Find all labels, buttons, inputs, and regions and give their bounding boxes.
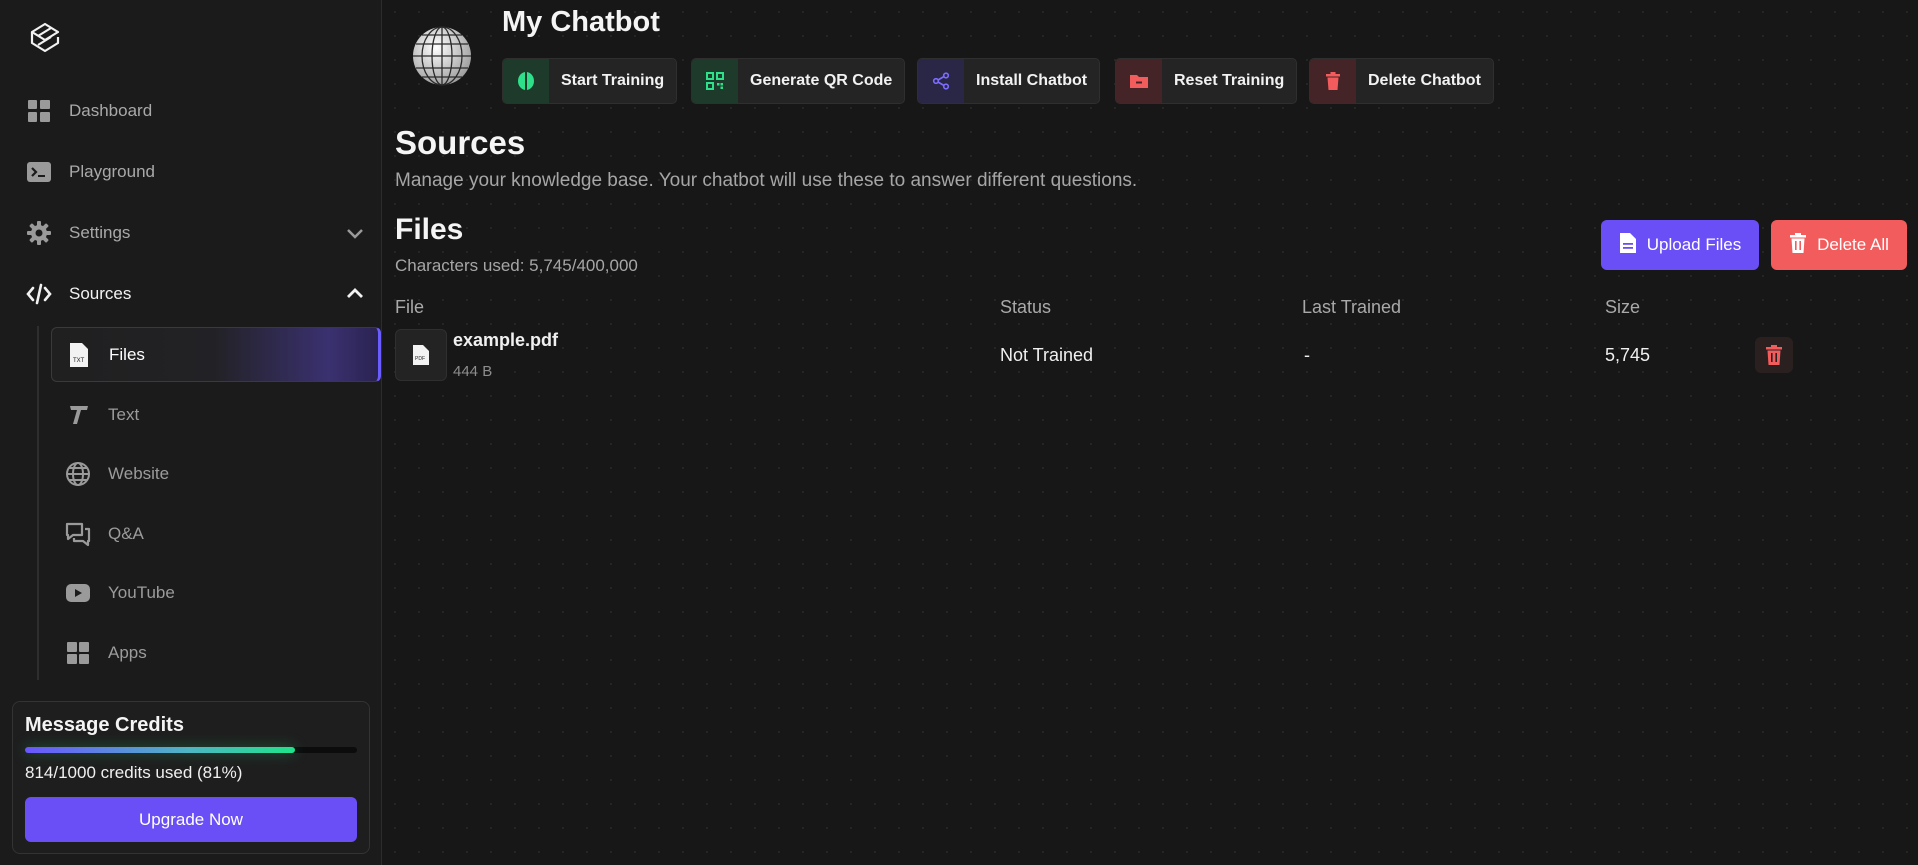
nav-sources[interactable]: Sources	[0, 269, 381, 319]
credits-progress-fill	[25, 747, 296, 753]
upgrade-now-button[interactable]: Upgrade Now	[25, 797, 357, 842]
terminal-icon	[26, 159, 52, 185]
nav-settings-label: Settings	[69, 223, 131, 242]
install-chatbot-label: Install Chatbot	[976, 72, 1088, 89]
sidebar-item-website-label: Website	[108, 463, 170, 483]
trash-icon	[1789, 232, 1807, 259]
sources-description: Manage your knowledge base. Your chatbot…	[395, 170, 1138, 191]
column-header-status: Status	[1000, 297, 1052, 317]
folder-minus-icon	[1116, 59, 1162, 103]
sidebar-item-qa-label: Q&A	[108, 523, 144, 543]
delete-all-button[interactable]: Delete All	[1771, 220, 1907, 270]
youtube-icon	[65, 580, 91, 606]
credits-progress-bar	[25, 747, 357, 753]
nav-dashboard[interactable]: Dashboard	[0, 86, 381, 136]
delete-all-label: Delete All	[1817, 235, 1889, 254]
sidebar-item-text-label: Text	[108, 404, 140, 424]
document-icon	[1619, 232, 1637, 259]
nav-playground[interactable]: Playground	[0, 147, 381, 197]
sidebar-item-files[interactable]: TXT Files	[51, 327, 381, 382]
file-name[interactable]: example.pdf	[453, 330, 558, 351]
delete-chatbot-button[interactable]: Delete Chatbot	[1309, 58, 1494, 104]
sidebar-item-apps[interactable]: Apps	[51, 625, 381, 680]
sidebar-item-youtube[interactable]: YouTube	[51, 565, 381, 620]
grid-icon	[26, 98, 52, 124]
trash-icon	[1766, 345, 1782, 365]
gear-icon	[26, 220, 52, 246]
qr-code-icon	[692, 59, 738, 103]
credits-title: Message Credits	[25, 714, 184, 736]
sidebar-item-youtube-label: YouTube	[108, 582, 175, 602]
main-content: My Chatbot Start Training Generate QR Co…	[383, 0, 1918, 865]
file-last-trained: -	[1304, 345, 1310, 365]
svg-text:PDF: PDF	[415, 356, 425, 362]
chat-bubbles-icon	[65, 521, 91, 547]
file-status: Not Trained	[1000, 345, 1094, 365]
start-training-label: Start Training	[561, 72, 665, 89]
nav-playground-label: Playground	[69, 162, 156, 181]
sidebar-item-qa[interactable]: Q&A	[51, 506, 381, 561]
column-header-size: Size	[1605, 297, 1641, 317]
file-size: 444 B	[453, 363, 493, 380]
delete-file-button[interactable]	[1755, 337, 1793, 373]
nav-settings[interactable]: Settings	[0, 208, 381, 258]
text-t-icon	[65, 402, 91, 428]
sidebar: Dashboard Playground Settings Sources TX…	[0, 0, 382, 865]
reset-training-button[interactable]: Reset Training	[1115, 58, 1298, 104]
nav-dashboard-label: Dashboard	[69, 101, 153, 120]
upload-files-label: Upload Files	[1646, 235, 1742, 254]
reset-training-label: Reset Training	[1174, 72, 1285, 89]
upload-files-button[interactable]: Upload Files	[1601, 220, 1759, 270]
chevron-up-icon[interactable]	[345, 284, 365, 304]
generate-qr-code-label: Generate QR Code	[750, 72, 893, 89]
sidebar-item-apps-label: Apps	[108, 642, 147, 662]
column-header-last-trained: Last Trained	[1302, 297, 1402, 317]
sidebar-item-text[interactable]: Text	[51, 387, 381, 442]
credits-used-text: 814/1000 credits used (81%)	[25, 763, 243, 782]
app-logo-icon[interactable]	[27, 21, 63, 57]
chatbot-title: My Chatbot	[502, 6, 660, 38]
sidebar-item-files-label: Files	[109, 344, 145, 364]
svg-text:TXT: TXT	[73, 358, 85, 364]
sidebar-item-website[interactable]: Website	[51, 446, 381, 501]
share-icon	[918, 59, 964, 103]
chevron-down-icon[interactable]	[345, 223, 365, 243]
files-title: Files	[395, 213, 464, 246]
sources-title: Sources	[395, 124, 526, 161]
file-char-size: 5,745	[1605, 345, 1651, 365]
brain-icon	[503, 59, 549, 103]
generate-qr-code-button[interactable]: Generate QR Code	[691, 58, 906, 104]
column-header-file: File	[395, 297, 425, 317]
txt-file-icon: TXT	[66, 342, 92, 368]
trash-icon	[1310, 59, 1356, 103]
apps-grid-icon	[65, 640, 91, 666]
delete-chatbot-label: Delete Chatbot	[1368, 72, 1481, 89]
code-icon	[26, 281, 52, 307]
sources-subnav-line	[37, 326, 39, 680]
nav-sources-label: Sources	[69, 284, 132, 303]
pdf-file-icon: PDF	[395, 329, 447, 381]
start-training-button[interactable]: Start Training	[502, 58, 678, 104]
globe-icon	[65, 461, 91, 487]
characters-used-text: Characters used: 5,745/400,000	[395, 256, 638, 275]
message-credits-card: Message Credits 814/1000 credits used (8…	[12, 701, 370, 854]
install-chatbot-button[interactable]: Install Chatbot	[917, 58, 1101, 104]
chatbot-avatar-globe-icon	[413, 26, 471, 86]
